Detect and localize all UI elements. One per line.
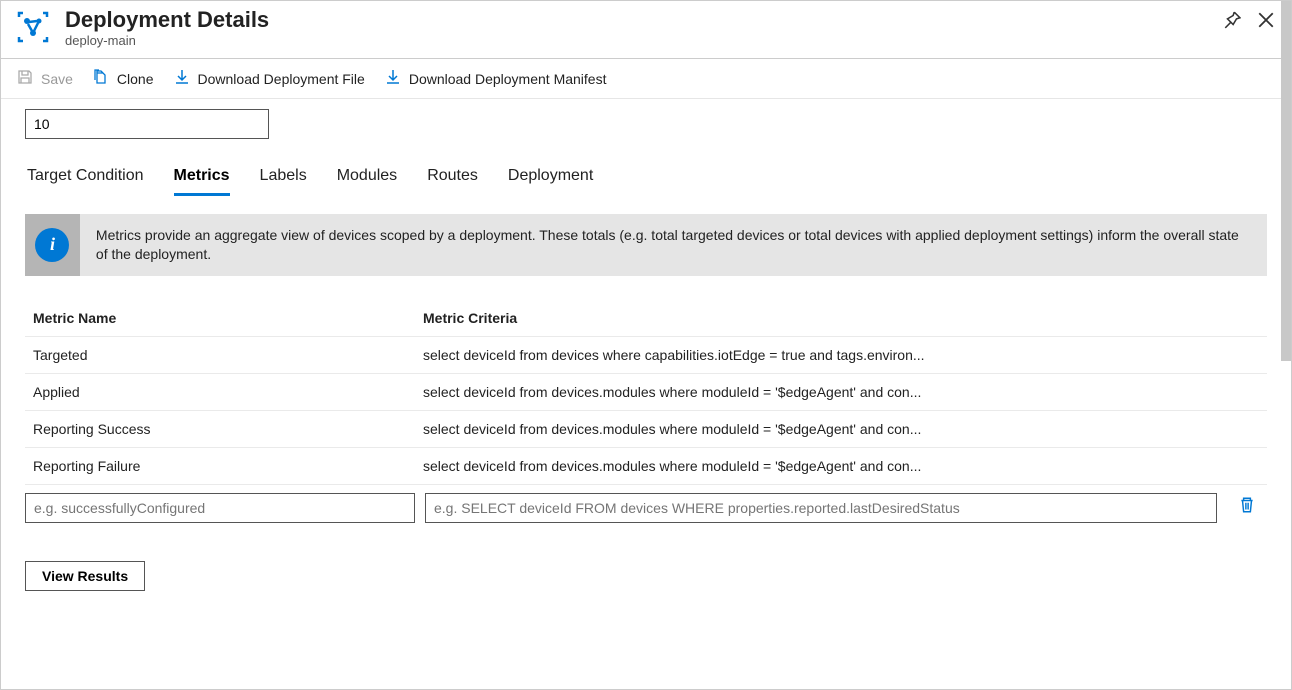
tab-metrics[interactable]: Metrics	[174, 167, 230, 196]
metric-criteria-cell: select deviceId from devices.modules whe…	[415, 374, 1267, 410]
metric-criteria-cell: select deviceId from devices.modules whe…	[415, 448, 1267, 484]
download-deployment-manifest-button[interactable]: Download Deployment Manifest	[385, 69, 607, 88]
clone-icon	[93, 69, 109, 88]
content-area: Target Condition Metrics Labels Modules …	[1, 99, 1291, 689]
tab-target-condition[interactable]: Target Condition	[27, 167, 144, 196]
metric-name-cell: Targeted	[25, 337, 415, 373]
save-button: Save	[17, 69, 73, 88]
download-deployment-file-button[interactable]: Download Deployment File	[174, 69, 365, 88]
tab-modules[interactable]: Modules	[337, 167, 397, 196]
pane-header: Deployment Details deploy-main	[1, 1, 1291, 59]
tab-bar: Target Condition Metrics Labels Modules …	[27, 167, 1265, 196]
tab-deployment[interactable]: Deployment	[508, 167, 593, 196]
save-label: Save	[41, 71, 73, 87]
tab-routes[interactable]: Routes	[427, 167, 478, 196]
delete-cell	[1227, 496, 1267, 519]
clone-label: Clone	[117, 71, 154, 87]
priority-field	[25, 109, 1267, 139]
metric-criteria-input[interactable]	[425, 493, 1217, 523]
scrollbar-thumb[interactable]	[1281, 1, 1291, 361]
delete-metric-button[interactable]	[1238, 496, 1256, 519]
info-icon-cell: i	[25, 214, 80, 276]
download-icon	[174, 69, 190, 88]
info-banner-text: Metrics provide an aggregate view of dev…	[80, 214, 1267, 276]
command-bar: Save Clone Download Deployment File Down…	[1, 59, 1291, 99]
tab-labels[interactable]: Labels	[260, 167, 307, 196]
table-row: Applied select deviceId from devices.mod…	[25, 373, 1267, 410]
close-button[interactable]	[1257, 11, 1275, 34]
page-title: Deployment Details	[65, 7, 1223, 33]
table-row: Reporting Success select deviceId from d…	[25, 410, 1267, 447]
metric-name-cell: Reporting Failure	[25, 448, 415, 484]
metric-criteria-cell: select deviceId from devices.modules whe…	[415, 411, 1267, 447]
new-metric-criteria-cell	[425, 493, 1217, 523]
metric-name-input[interactable]	[25, 493, 415, 523]
header-actions	[1223, 7, 1275, 34]
new-metric-row	[25, 484, 1267, 523]
deployment-icon	[17, 7, 53, 43]
view-results-button[interactable]: View Results	[25, 561, 145, 591]
trash-icon	[1238, 496, 1256, 514]
info-banner: i Metrics provide an aggregate view of d…	[25, 214, 1267, 276]
metric-name-cell: Applied	[25, 374, 415, 410]
metric-criteria-cell: select deviceId from devices where capab…	[415, 337, 1267, 373]
metric-name-cell: Reporting Success	[25, 411, 415, 447]
table-row: Targeted select deviceId from devices wh…	[25, 336, 1267, 373]
metrics-table: Metric Name Metric Criteria Targeted sel…	[25, 300, 1267, 523]
column-header-name: Metric Name	[25, 300, 415, 336]
download-icon	[385, 69, 401, 88]
download-file-label: Download Deployment File	[198, 71, 365, 87]
column-header-criteria: Metric Criteria	[415, 300, 1267, 336]
new-metric-name-cell	[25, 493, 415, 523]
close-icon	[1257, 11, 1275, 29]
page-subtitle: deploy-main	[65, 33, 1223, 48]
pin-button[interactable]	[1223, 11, 1241, 34]
save-icon	[17, 69, 33, 88]
deployment-details-pane: Deployment Details deploy-main Save Clon…	[0, 0, 1292, 690]
clone-button[interactable]: Clone	[93, 69, 154, 88]
info-icon: i	[35, 228, 69, 262]
header-titles: Deployment Details deploy-main	[65, 7, 1223, 48]
priority-input[interactable]	[25, 109, 269, 139]
table-row: Reporting Failure select deviceId from d…	[25, 447, 1267, 484]
download-manifest-label: Download Deployment Manifest	[409, 71, 607, 87]
table-header-row: Metric Name Metric Criteria	[25, 300, 1267, 336]
pin-icon	[1223, 11, 1241, 29]
